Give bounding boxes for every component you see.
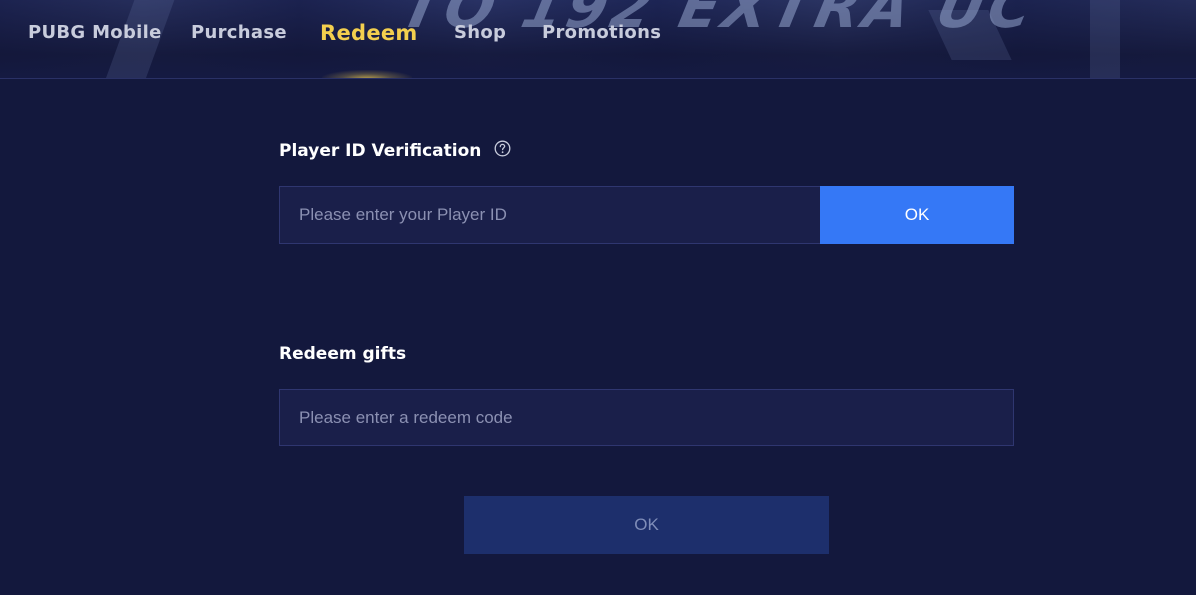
nav-item-purchase[interactable]: Purchase	[191, 22, 287, 43]
question-circle-icon[interactable]	[494, 140, 511, 157]
nav-item-promotions[interactable]: Promotions	[542, 22, 661, 43]
nav-item-shop[interactable]: Shop	[454, 22, 506, 43]
verify-ok-button[interactable]: OK	[820, 186, 1014, 244]
main-nav: PUBG Mobile Purchase Redeem Shop Promoti…	[0, 0, 1196, 78]
player-id-verification-title: Player ID Verification	[279, 141, 482, 161]
active-tab-indicator	[322, 70, 412, 78]
redeem-gifts-title: Redeem gifts	[279, 344, 407, 364]
top-banner-header: TO 192 EXTRA UC PUBG Mobile Purchase Red…	[0, 0, 1196, 79]
nav-item-redeem[interactable]: Redeem	[320, 21, 418, 45]
redeem-ok-button[interactable]: OK	[464, 496, 829, 554]
player-id-input[interactable]	[279, 186, 821, 244]
redeem-code-input[interactable]	[279, 389, 1014, 446]
nav-item-pubg-mobile[interactable]: PUBG Mobile	[28, 22, 162, 43]
